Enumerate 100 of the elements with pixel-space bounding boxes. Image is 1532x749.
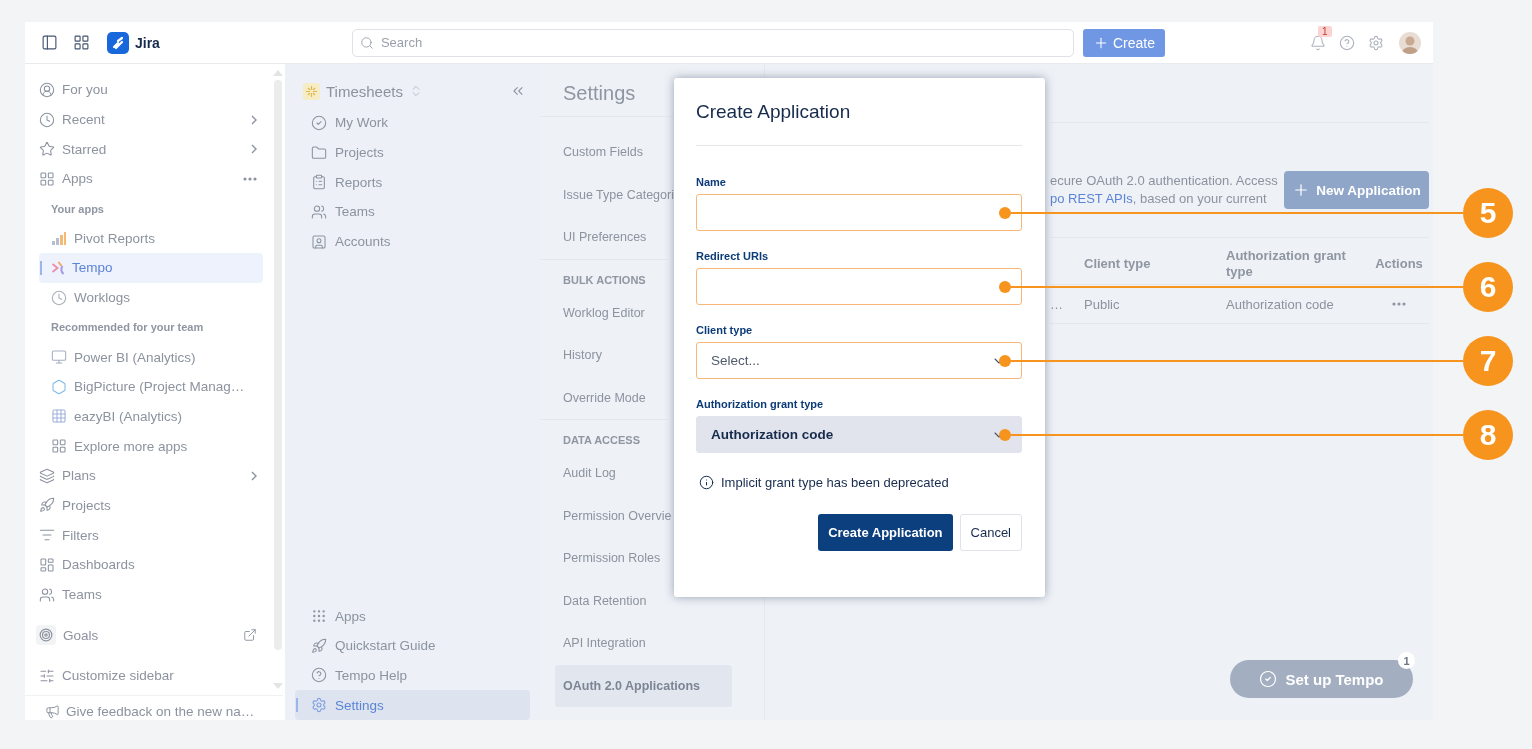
field-label: Name [696, 176, 727, 188]
description-text: ecure OAuth 2.0 authentication. Access po REST APIs, based on your current [1050, 172, 1278, 208]
tempo-icon [51, 260, 65, 275]
rest-api-link[interactable]: po REST APIs [1050, 191, 1133, 206]
clock-icon [51, 289, 67, 306]
sidebar-item[interactable]: Dashboards [39, 550, 263, 580]
callout-number: 5 [1463, 187, 1513, 238]
field-label: Redirect URIs [696, 250, 770, 262]
count-badge: 1 [1398, 652, 1415, 669]
dashboard-icon [39, 556, 55, 573]
help-icon[interactable] [1339, 34, 1355, 51]
sparkle-icon [303, 82, 320, 100]
notifications-icon[interactable] [1310, 34, 1326, 51]
sidebar-item[interactable]: Plans [39, 460, 263, 491]
nav-item[interactable]: My Work [295, 108, 530, 138]
settings-nav-item[interactable]: Audit Log [555, 452, 624, 495]
contact-icon [311, 233, 327, 250]
more-icon[interactable] [243, 176, 257, 181]
dialog-title: Create Application [696, 100, 1022, 146]
search-icon [359, 35, 374, 50]
settings-nav-item[interactable]: Permission Roles [555, 537, 669, 580]
callout-number: 7 [1463, 335, 1513, 386]
sidebar-item[interactable]: Projects [39, 490, 263, 521]
feedback-link[interactable]: Give feedback on the new na… [66, 704, 255, 719]
dots-grid-icon [51, 408, 67, 425]
sidebar-item[interactable]: Customize sidebar [39, 661, 263, 691]
input-field[interactable] [696, 194, 1022, 231]
field-label: Client type [696, 324, 754, 336]
product-name[interactable]: Jira [135, 34, 160, 51]
user-icon [39, 81, 55, 98]
people-icon [311, 203, 327, 220]
bar-chart-icon [51, 231, 67, 246]
sidebar-item[interactable]: Pivot Reports [39, 223, 263, 254]
sidebar-item[interactable]: Power BI (Analytics) [39, 342, 263, 372]
rocket-icon [311, 637, 327, 654]
settings-title: Settings [540, 82, 673, 117]
target-icon [36, 625, 56, 646]
nav-item[interactable]: Reports [295, 167, 530, 198]
rocket-icon [39, 497, 55, 514]
sidebar-item[interactable]: Explore more apps [39, 431, 263, 461]
settings-nav-item[interactable]: Data Retention [555, 579, 655, 622]
create-button[interactable]: Create [1082, 28, 1165, 57]
apps-grid-icon [51, 438, 67, 455]
chevron-right-icon[interactable] [251, 114, 257, 125]
star-icon [39, 141, 55, 158]
app-switcher-icon[interactable] [73, 34, 90, 51]
sidebar-item[interactable]: BigPicture (Project Manag… [39, 371, 263, 402]
sidebar-item[interactable]: Tempo [39, 253, 263, 283]
sidebar-item[interactable]: Filters [39, 520, 263, 550]
sidebar-item[interactable]: Recent [39, 104, 263, 135]
callout-number: 8 [1463, 409, 1513, 460]
sidebar-toggle-icon[interactable] [41, 34, 58, 51]
column-header: Authorization grant type [1226, 244, 1369, 285]
settings-nav-item[interactable]: OAuth 2.0 Applications [555, 664, 732, 707]
nav-item[interactable]: Apps [295, 601, 530, 631]
settings-nav-item[interactable]: Override Mode [555, 376, 654, 419]
nav-item[interactable]: Settings [295, 690, 530, 720]
settings-icon[interactable] [1368, 34, 1384, 51]
nav-item[interactable]: Quickstart Guide [295, 630, 530, 661]
section-heading: BULK ACTIONS [563, 272, 646, 288]
check-circle-icon [311, 114, 327, 131]
nav-item[interactable]: Accounts [295, 226, 530, 257]
chevron-right-icon[interactable] [251, 470, 257, 481]
settings-nav-item[interactable]: Custom Fields [555, 131, 651, 174]
external-link-icon[interactable] [243, 628, 257, 643]
sidebar-item[interactable]: Teams [39, 579, 263, 610]
nav-item[interactable]: Teams [295, 197, 530, 227]
create-application-button[interactable]: Create Application [818, 514, 953, 551]
nav-item[interactable]: Projects [295, 137, 530, 168]
sidebar-item[interactable]: Goals [39, 620, 263, 651]
project-title[interactable]: Timesheets [326, 82, 403, 100]
settings-nav-item[interactable]: History [555, 334, 610, 377]
settings-nav-item[interactable]: Worklog Editor [555, 291, 653, 334]
section-heading: Recommended for your team [50, 320, 205, 336]
apps-grid-icon [39, 170, 55, 187]
people-icon [39, 586, 55, 603]
sidebar-item[interactable]: eazyBI (Analytics) [39, 401, 263, 432]
sidebar-item[interactable]: Apps [39, 164, 263, 194]
clock-icon [39, 111, 55, 128]
sidebar-item[interactable]: Starred [39, 134, 263, 165]
input-field[interactable] [696, 268, 1022, 305]
field-label: Authorization grant type [696, 398, 825, 410]
nav-item[interactable]: Tempo Help [295, 660, 530, 691]
new-application-button[interactable]: New Application [1284, 171, 1429, 209]
sidebar-item[interactable]: For you [39, 75, 263, 105]
settings-icon [311, 697, 327, 714]
notification-count: 1 [1318, 25, 1332, 37]
more-icon[interactable] [1392, 302, 1406, 306]
sidebar-item[interactable]: Worklogs [39, 282, 263, 313]
select-field[interactable]: Select... [696, 342, 1022, 379]
search-field[interactable]: Search [351, 28, 1074, 57]
avatar[interactable] [1399, 31, 1421, 54]
sliders-icon [39, 667, 55, 684]
settings-nav-item[interactable]: UI Preferences [555, 216, 655, 259]
settings-nav-item[interactable]: API Integration [555, 622, 654, 665]
logo-icon[interactable] [107, 31, 129, 54]
chevron-right-icon[interactable] [251, 144, 257, 155]
cancel-button[interactable]: Cancel [959, 514, 1022, 551]
info-icon [699, 475, 714, 490]
folder-icon [311, 144, 327, 161]
